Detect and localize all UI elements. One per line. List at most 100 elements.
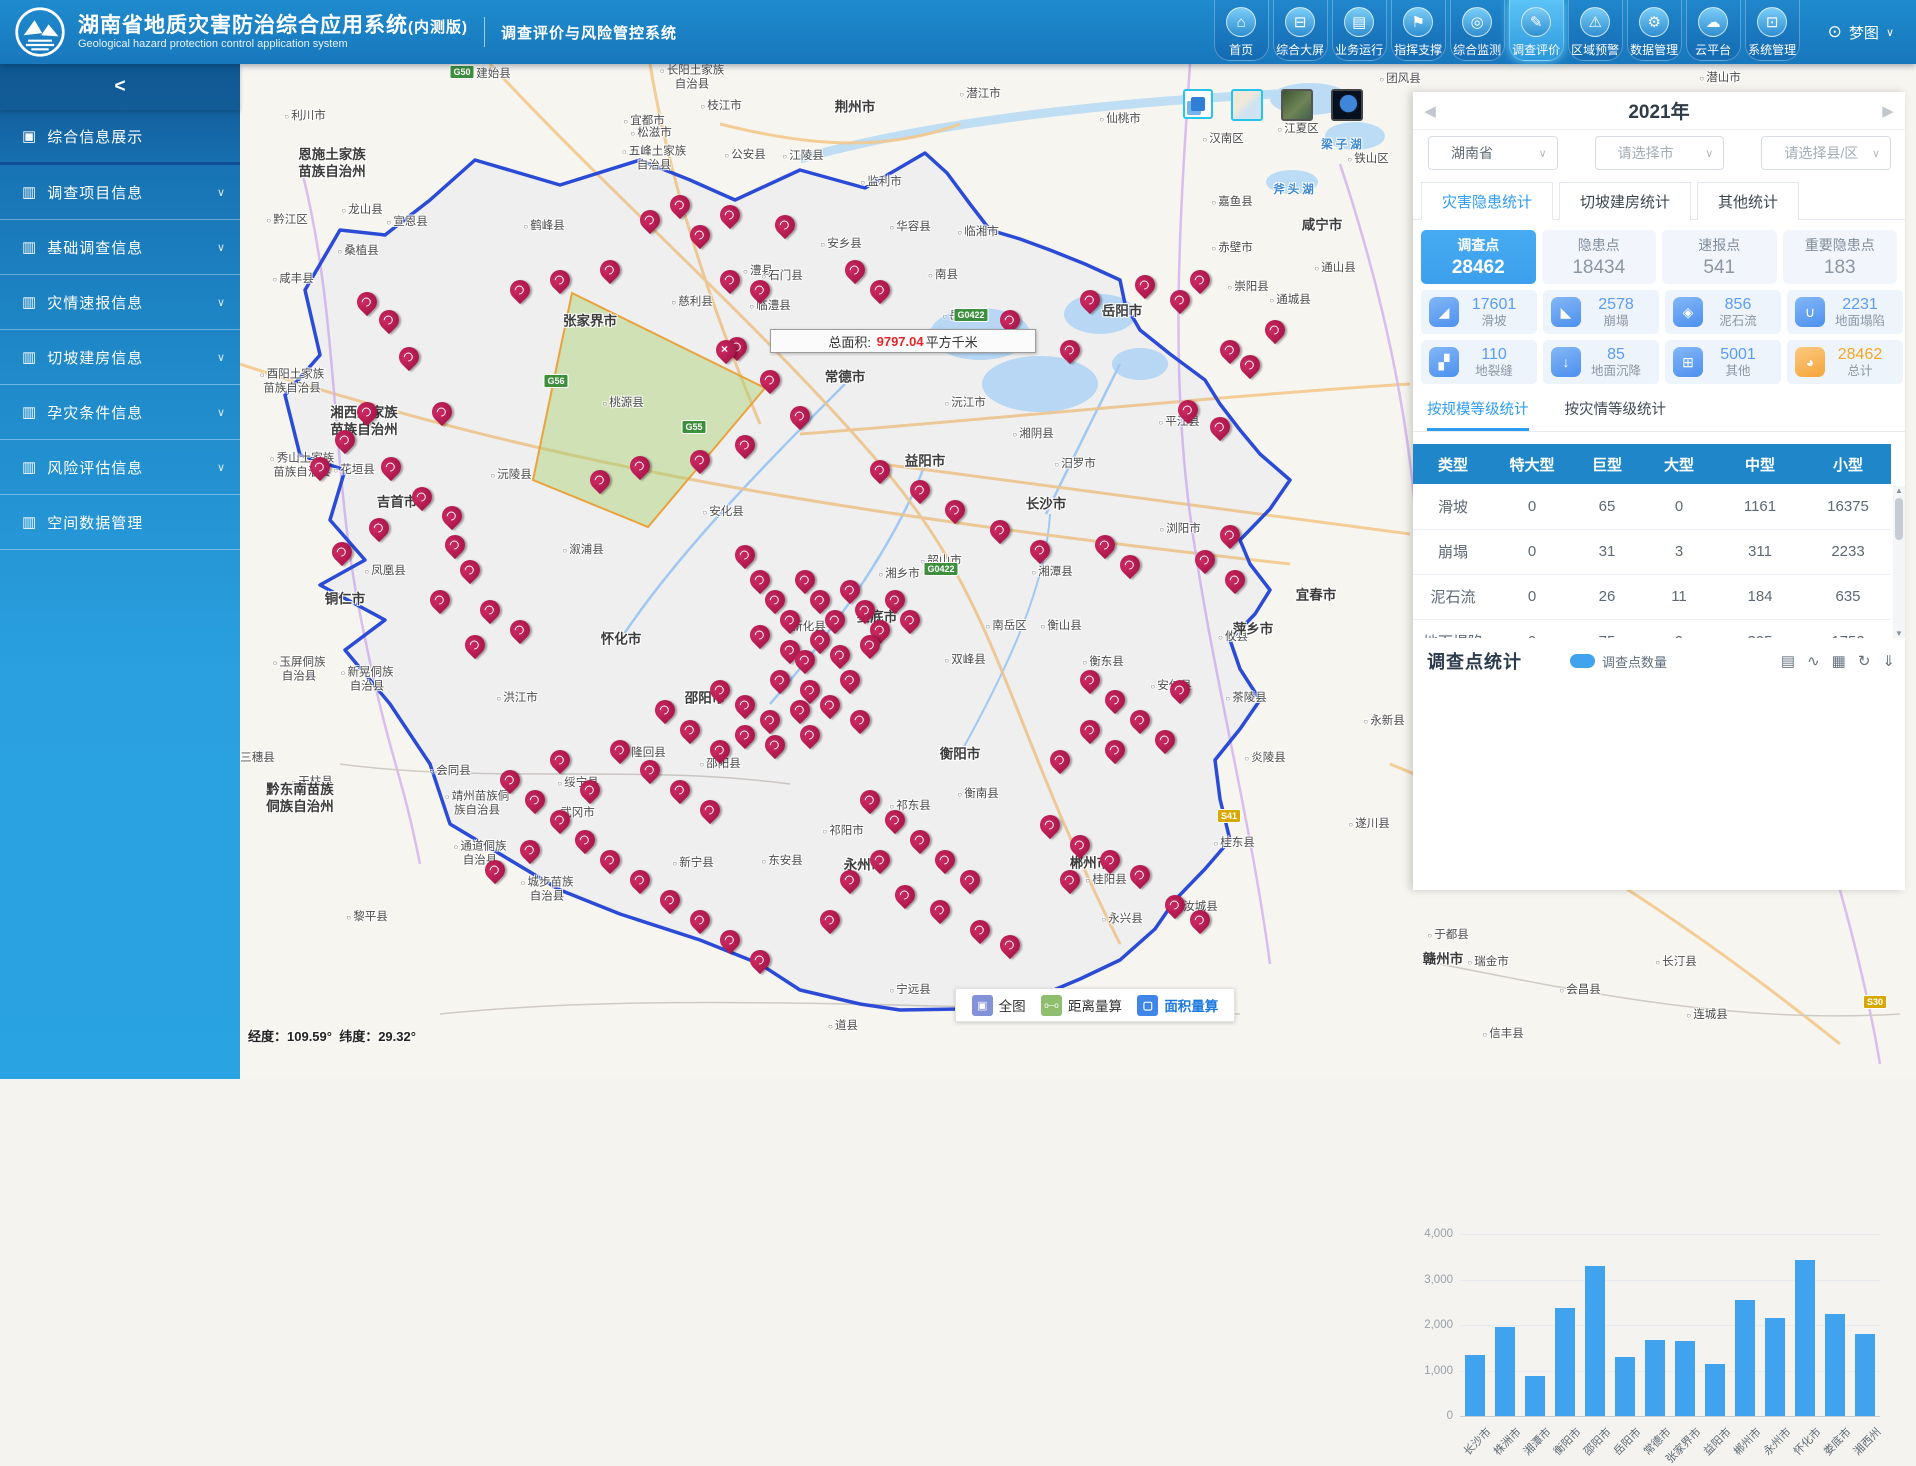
- hazard-point-marker[interactable]: [1040, 815, 1060, 835]
- hazard-point-marker[interactable]: [600, 850, 620, 870]
- hazard-point-marker[interactable]: [432, 402, 452, 422]
- hazard-point-marker[interactable]: [1105, 740, 1125, 760]
- hazard-point-marker[interactable]: [720, 205, 740, 225]
- region-select[interactable]: 请选择市∨: [1595, 136, 1725, 170]
- bar-湘潭市[interactable]: [1525, 1376, 1545, 1416]
- hazard-point-marker[interactable]: [735, 695, 755, 715]
- stat-card-隐患点[interactable]: 隐患点18434: [1542, 230, 1657, 284]
- hazard-point-marker[interactable]: [1130, 710, 1150, 730]
- hazard-point-marker[interactable]: [1000, 310, 1020, 330]
- hazard-point-marker[interactable]: [760, 710, 780, 730]
- hazard-point-marker[interactable]: [670, 195, 690, 215]
- hazard-point-marker[interactable]: [750, 280, 770, 300]
- hazard-point-marker[interactable]: [460, 560, 480, 580]
- hazard-point-marker[interactable]: [960, 870, 980, 890]
- hazard-point-marker[interactable]: [1265, 320, 1285, 340]
- measure-距离量算-button[interactable]: o─o距离量算: [1041, 995, 1122, 1016]
- hazard-point-marker[interactable]: [1120, 555, 1140, 575]
- bar-株洲市[interactable]: [1495, 1327, 1515, 1416]
- hazard-point-marker[interactable]: [550, 810, 570, 830]
- hazard-point-marker[interactable]: [1060, 870, 1080, 890]
- hazard-point-marker[interactable]: [445, 535, 465, 555]
- sidebar-item-灾情速报信息[interactable]: ▥灾情速报信息∨: [0, 275, 240, 330]
- region-select[interactable]: 请选择县/区∨: [1761, 136, 1891, 170]
- hazard-point-marker[interactable]: [1165, 895, 1185, 915]
- hazard-point-marker[interactable]: [590, 470, 610, 490]
- hazard-point-marker[interactable]: [800, 680, 820, 700]
- street-map-thumbnail[interactable]: [1231, 89, 1263, 121]
- hazard-point-marker[interactable]: [1050, 750, 1070, 770]
- hazard-point-marker[interactable]: [720, 270, 740, 290]
- measure-close-marker[interactable]: [716, 340, 736, 360]
- bar-湘西州[interactable]: [1855, 1334, 1875, 1416]
- hazard-point-marker[interactable]: [610, 740, 630, 760]
- hazard-point-marker[interactable]: [795, 570, 815, 590]
- bar-岳阳市[interactable]: [1615, 1357, 1635, 1416]
- hazard-point-marker[interactable]: [1135, 275, 1155, 295]
- subtab-按灾情等级统计[interactable]: 按灾情等级统计: [1565, 398, 1667, 431]
- bar-长沙市[interactable]: [1465, 1355, 1485, 1416]
- hazard-point-marker[interactable]: [600, 260, 620, 280]
- hazard-point-marker[interactable]: [580, 780, 600, 800]
- hazard-point-marker[interactable]: [780, 610, 800, 630]
- hazard-point-marker[interactable]: [1000, 935, 1020, 955]
- hazard-point-marker[interactable]: [1080, 670, 1100, 690]
- hazard-point-marker[interactable]: [357, 402, 377, 422]
- hazard-point-marker[interactable]: [1170, 290, 1190, 310]
- hazard-point-marker[interactable]: [885, 810, 905, 830]
- hazard-point-marker[interactable]: [775, 215, 795, 235]
- hazard-point-marker[interactable]: [790, 406, 810, 426]
- tab-其他统计[interactable]: 其他统计: [1697, 182, 1799, 220]
- hazard-point-marker[interactable]: [630, 870, 650, 890]
- hazard-point-marker[interactable]: [710, 740, 730, 760]
- hazard-point-marker[interactable]: [510, 280, 530, 300]
- hazard-point-marker[interactable]: [1100, 850, 1120, 870]
- subtab-按规模等级统计[interactable]: 按规模等级统计: [1427, 398, 1529, 431]
- hazard-point-marker[interactable]: [357, 292, 377, 312]
- refresh-icon[interactable]: ↻: [1858, 652, 1871, 670]
- sidebar-collapse-button[interactable]: <: [0, 64, 240, 110]
- hazard-point-marker[interactable]: [820, 695, 840, 715]
- bar-张家界市[interactable]: [1675, 1341, 1695, 1416]
- hazard-point-marker[interactable]: [1070, 835, 1090, 855]
- hazard-point-marker[interactable]: [1095, 535, 1115, 555]
- hazard-point-marker[interactable]: [990, 520, 1010, 540]
- nav-tab-系统管理[interactable]: ⊡系统管理: [1745, 0, 1800, 61]
- hazard-point-marker[interactable]: [1060, 340, 1080, 360]
- bar-郴州市[interactable]: [1735, 1300, 1755, 1416]
- region-select[interactable]: 湖南省∨: [1428, 136, 1558, 170]
- bar-永州市[interactable]: [1765, 1318, 1785, 1416]
- bar-娄底市[interactable]: [1825, 1314, 1845, 1416]
- sidebar-item-基础调查信息[interactable]: ▥基础调查信息∨: [0, 220, 240, 275]
- hazard-point-marker[interactable]: [670, 780, 690, 800]
- hazard-point-marker[interactable]: [735, 435, 755, 455]
- hazard-point-marker[interactable]: [1190, 270, 1210, 290]
- hazard-point-marker[interactable]: [550, 270, 570, 290]
- chart-legend[interactable]: 调查点数量: [1570, 652, 1667, 671]
- hazard-point-marker[interactable]: [750, 950, 770, 970]
- hazard-point-marker[interactable]: [720, 930, 740, 950]
- hazard-point-marker[interactable]: [412, 487, 432, 507]
- hazard-point-marker[interactable]: [465, 635, 485, 655]
- bar-chart-icon[interactable]: ▦: [1832, 652, 1846, 670]
- hazard-point-marker[interactable]: [660, 890, 680, 910]
- sidebar-item-切坡建房信息[interactable]: ▥切坡建房信息∨: [0, 330, 240, 385]
- bar-益阳市[interactable]: [1705, 1364, 1725, 1416]
- hazard-point-marker[interactable]: [520, 840, 540, 860]
- hazard-point-marker[interactable]: [550, 750, 570, 770]
- hazard-point-marker[interactable]: [790, 700, 810, 720]
- hazard-point-marker[interactable]: [800, 725, 820, 745]
- stat-card-调查点[interactable]: 调查点28462: [1421, 230, 1536, 284]
- nav-tab-首页[interactable]: ⌂首页: [1214, 0, 1269, 61]
- hazard-point-marker[interactable]: [795, 650, 815, 670]
- eye-icon[interactable]: ⊙: [1828, 22, 1842, 42]
- hazard-point-marker[interactable]: [500, 770, 520, 790]
- hazard-point-marker[interactable]: [870, 460, 890, 480]
- hazard-point-marker[interactable]: [640, 210, 660, 230]
- hazard-point-marker[interactable]: [885, 590, 905, 610]
- hazard-point-marker[interactable]: [680, 720, 700, 740]
- hazard-point-marker[interactable]: [850, 710, 870, 730]
- hazard-point-marker[interactable]: [970, 920, 990, 940]
- hazard-point-marker[interactable]: [910, 480, 930, 500]
- hazard-point-marker[interactable]: [525, 790, 545, 810]
